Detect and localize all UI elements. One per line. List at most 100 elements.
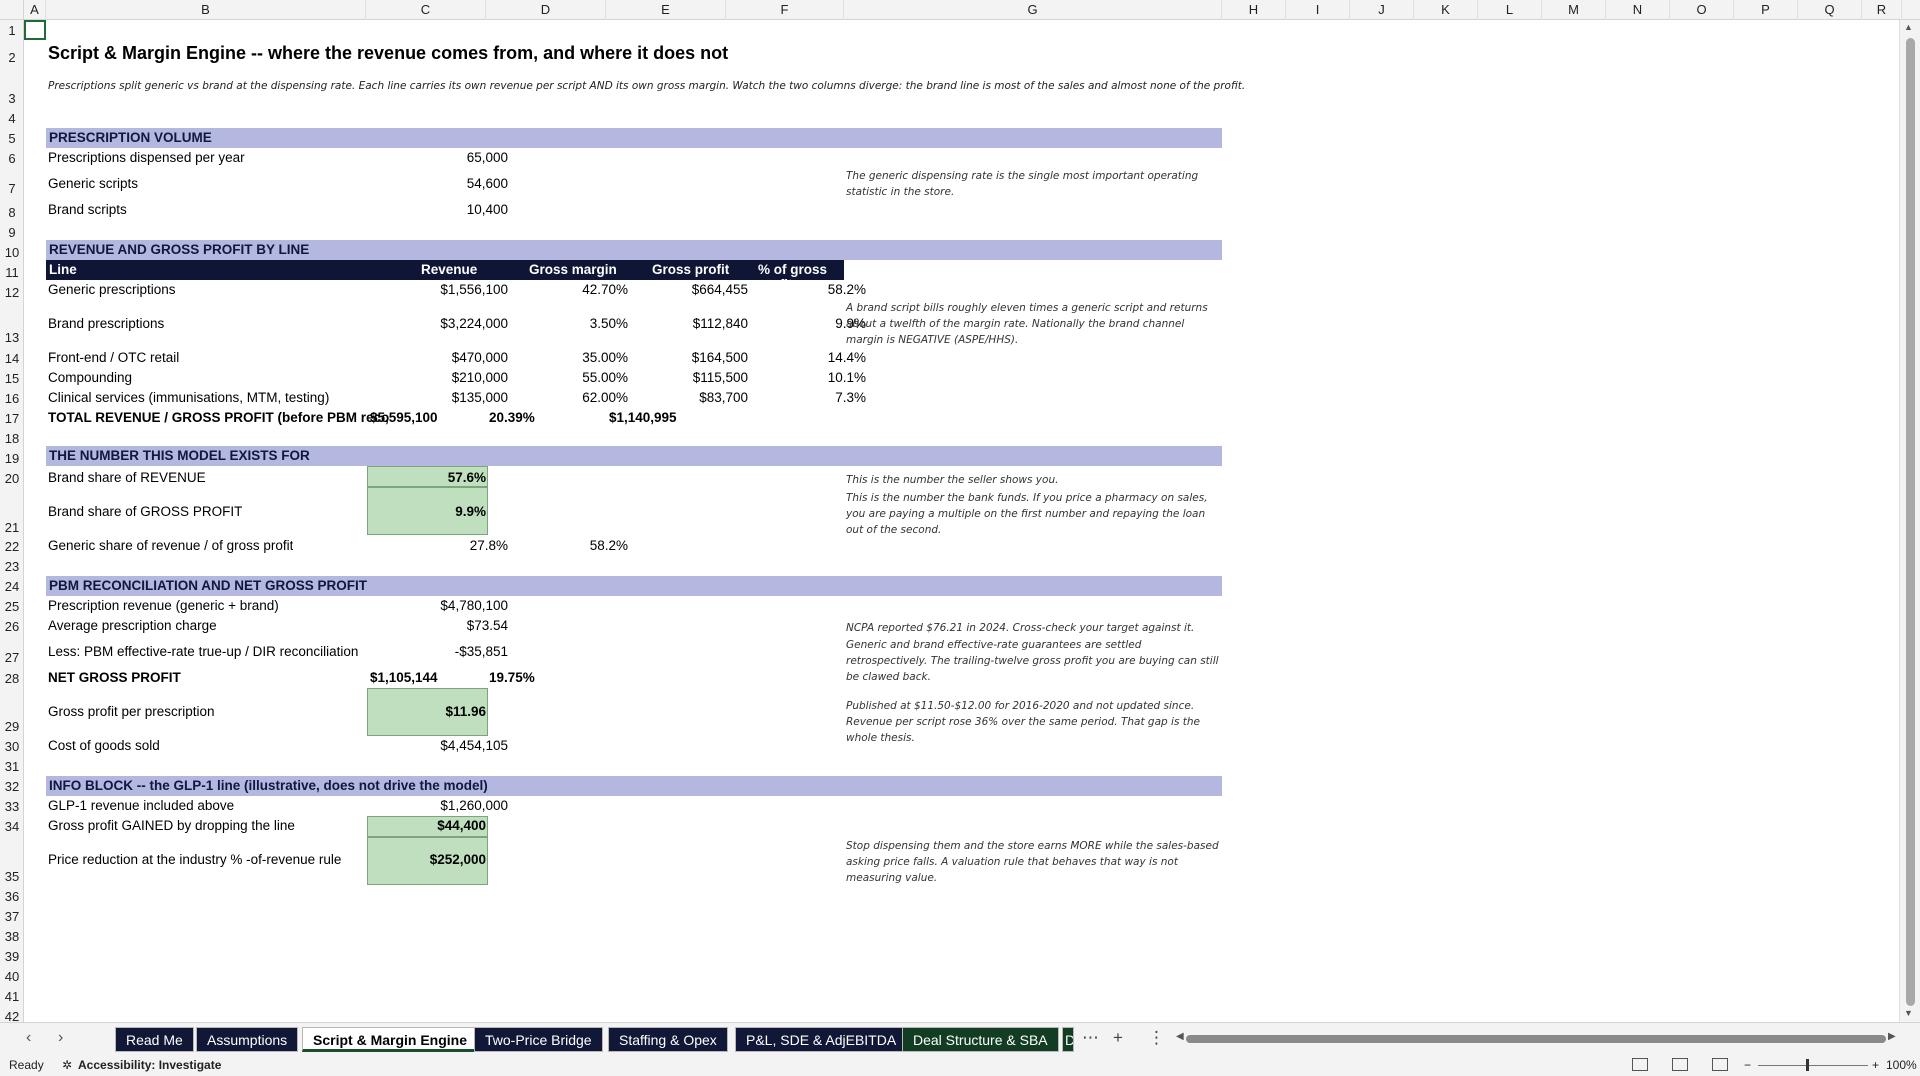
rx-rev-value[interactable]: $4,780,100	[390, 598, 508, 613]
margin-cell[interactable]: 55.00%	[510, 370, 628, 385]
row-header[interactable]: 25	[0, 600, 24, 613]
scrollbar-thumb[interactable]	[1186, 1035, 1886, 1043]
scrollbar-thumb[interactable]	[1906, 38, 1915, 1006]
row-header[interactable]: 35	[0, 870, 24, 883]
brand-rev-value[interactable]: 57.6%	[370, 470, 486, 485]
revenue-cell[interactable]: $470,000	[390, 350, 508, 365]
profit-cell[interactable]: $112,840	[630, 316, 748, 331]
tab-truncated[interactable]: D	[1062, 1027, 1074, 1052]
tab-scroll-left-icon[interactable]: ‹	[26, 1029, 31, 1047]
column-header-o[interactable]: O	[1670, 0, 1734, 20]
margin-cell[interactable]: 42.70%	[510, 282, 628, 297]
price-reduction-value[interactable]: $252,000	[370, 852, 486, 867]
tab-read-me[interactable]: Read Me	[115, 1027, 194, 1052]
row-header[interactable]: 39	[0, 950, 24, 963]
profit-cell[interactable]: $164,500	[630, 350, 748, 365]
tab-scroll-right-icon[interactable]: ›	[58, 1029, 63, 1047]
column-header-n[interactable]: N	[1606, 0, 1670, 20]
zoom-in-icon[interactable]: +	[1872, 1058, 1879, 1072]
row-header[interactable]: 24	[0, 580, 24, 593]
column-header-q[interactable]: Q	[1798, 0, 1862, 20]
zoom-level[interactable]: 100%	[1886, 1058, 1917, 1072]
column-header-m[interactable]: M	[1542, 0, 1606, 20]
margin-cell[interactable]: 35.00%	[510, 350, 628, 365]
column-header-k[interactable]: K	[1414, 0, 1478, 20]
row-header[interactable]: 18	[0, 432, 24, 445]
generic-rev-value[interactable]: 27.8%	[390, 538, 508, 553]
row-header[interactable]: 34	[0, 820, 24, 833]
row-header[interactable]: 11	[0, 266, 24, 279]
glp1-rev-value[interactable]: $1,260,000	[390, 798, 508, 813]
row-header[interactable]: 10	[0, 246, 24, 259]
margin-cell[interactable]: 62.00%	[510, 390, 628, 405]
row-header[interactable]: 15	[0, 372, 24, 385]
revenue-cell[interactable]: $3,224,000	[390, 316, 508, 331]
normal-view-icon[interactable]	[1632, 1058, 1648, 1071]
vertical-scrollbar[interactable]: ▲ ▼	[1899, 20, 1920, 1022]
row-header[interactable]: 20	[0, 472, 24, 485]
column-header-a[interactable]: A	[24, 0, 46, 20]
row-header[interactable]: 9	[0, 226, 24, 239]
margin-cell[interactable]: 3.50%	[510, 316, 628, 331]
profit-cell[interactable]: $83,700	[630, 390, 748, 405]
page-break-view-icon[interactable]	[1712, 1058, 1728, 1071]
active-cell-selection[interactable]	[24, 20, 46, 40]
worksheet-grid[interactable]: Script & Margin Engine -- where the reve…	[24, 20, 1899, 1022]
cogs-value[interactable]: $4,454,105	[390, 738, 508, 753]
total-profit[interactable]: $1,140,995	[609, 410, 729, 425]
column-header-j[interactable]: J	[1350, 0, 1414, 20]
net-gp-value[interactable]: $1,105,144	[370, 670, 490, 685]
net-gp-pct[interactable]: 19.75%	[489, 670, 609, 685]
row-header[interactable]: 13	[0, 331, 24, 344]
row-header[interactable]: 28	[0, 672, 24, 685]
tab-pl-sde-adjebitda[interactable]: P&L, SDE & AdjEBITDA	[735, 1027, 908, 1052]
share-cell[interactable]: 58.2%	[750, 282, 866, 297]
column-header-h[interactable]: H	[1222, 0, 1286, 20]
column-header-g[interactable]: G	[844, 0, 1222, 20]
scroll-right-icon[interactable]: ▶	[1888, 1031, 1896, 1042]
accessibility-status[interactable]: Accessibility: Investigate	[78, 1058, 221, 1072]
scroll-up-icon[interactable]: ▲	[1904, 22, 1913, 32]
profit-cell[interactable]: $664,455	[630, 282, 748, 297]
total-revenue[interactable]: $5,595,100	[370, 410, 490, 425]
row-header[interactable]: 1	[0, 24, 24, 37]
row-header[interactable]: 6	[0, 152, 24, 165]
share-cell[interactable]: 7.3%	[750, 390, 866, 405]
more-sheets-icon[interactable]: ⋯	[1082, 1028, 1099, 1048]
revenue-cell[interactable]: $135,000	[390, 390, 508, 405]
row-header[interactable]: 16	[0, 392, 24, 405]
profit-cell[interactable]: $115,500	[630, 370, 748, 385]
row-header[interactable]: 17	[0, 412, 24, 425]
row-header[interactable]: 40	[0, 970, 24, 983]
row-header[interactable]: 12	[0, 286, 24, 299]
zoom-slider[interactable]	[1758, 1065, 1868, 1066]
add-sheet-icon[interactable]: +	[1113, 1028, 1123, 1048]
row-header[interactable]: 3	[0, 92, 24, 105]
row-header[interactable]: 22	[0, 540, 24, 553]
gp-gained-value[interactable]: $44,400	[370, 818, 486, 833]
row-header[interactable]: 33	[0, 800, 24, 813]
row-header[interactable]: 19	[0, 452, 24, 465]
horizontal-scrollbar[interactable]: ◀ ▶	[1176, 1030, 1900, 1048]
scroll-down-icon[interactable]: ▼	[1904, 1008, 1913, 1018]
column-header-p[interactable]: P	[1734, 0, 1798, 20]
tab-staffing-opex[interactable]: Staffing & Opex	[608, 1027, 728, 1052]
column-header-i[interactable]: I	[1286, 0, 1350, 20]
avg-charge-value[interactable]: $73.54	[390, 618, 508, 633]
zoom-out-icon[interactable]: −	[1744, 1058, 1751, 1072]
share-cell[interactable]: 14.4%	[750, 350, 866, 365]
row-header[interactable]: 26	[0, 620, 24, 633]
row-header[interactable]: 27	[0, 651, 24, 664]
column-header-d[interactable]: D	[486, 0, 606, 20]
row-header[interactable]: 30	[0, 740, 24, 753]
row-header[interactable]: 23	[0, 560, 24, 573]
tab-script-margin-engine[interactable]: Script & Margin Engine	[302, 1027, 479, 1052]
row-header[interactable]: 36	[0, 890, 24, 903]
column-header-e[interactable]: E	[606, 0, 726, 20]
column-header-c[interactable]: C	[366, 0, 486, 20]
row-header[interactable]: 21	[0, 521, 24, 534]
select-all-corner[interactable]	[0, 0, 24, 20]
volume-value[interactable]: 65,000	[390, 150, 508, 165]
row-header[interactable]: 8	[0, 206, 24, 219]
row-header[interactable]: 5	[0, 132, 24, 145]
